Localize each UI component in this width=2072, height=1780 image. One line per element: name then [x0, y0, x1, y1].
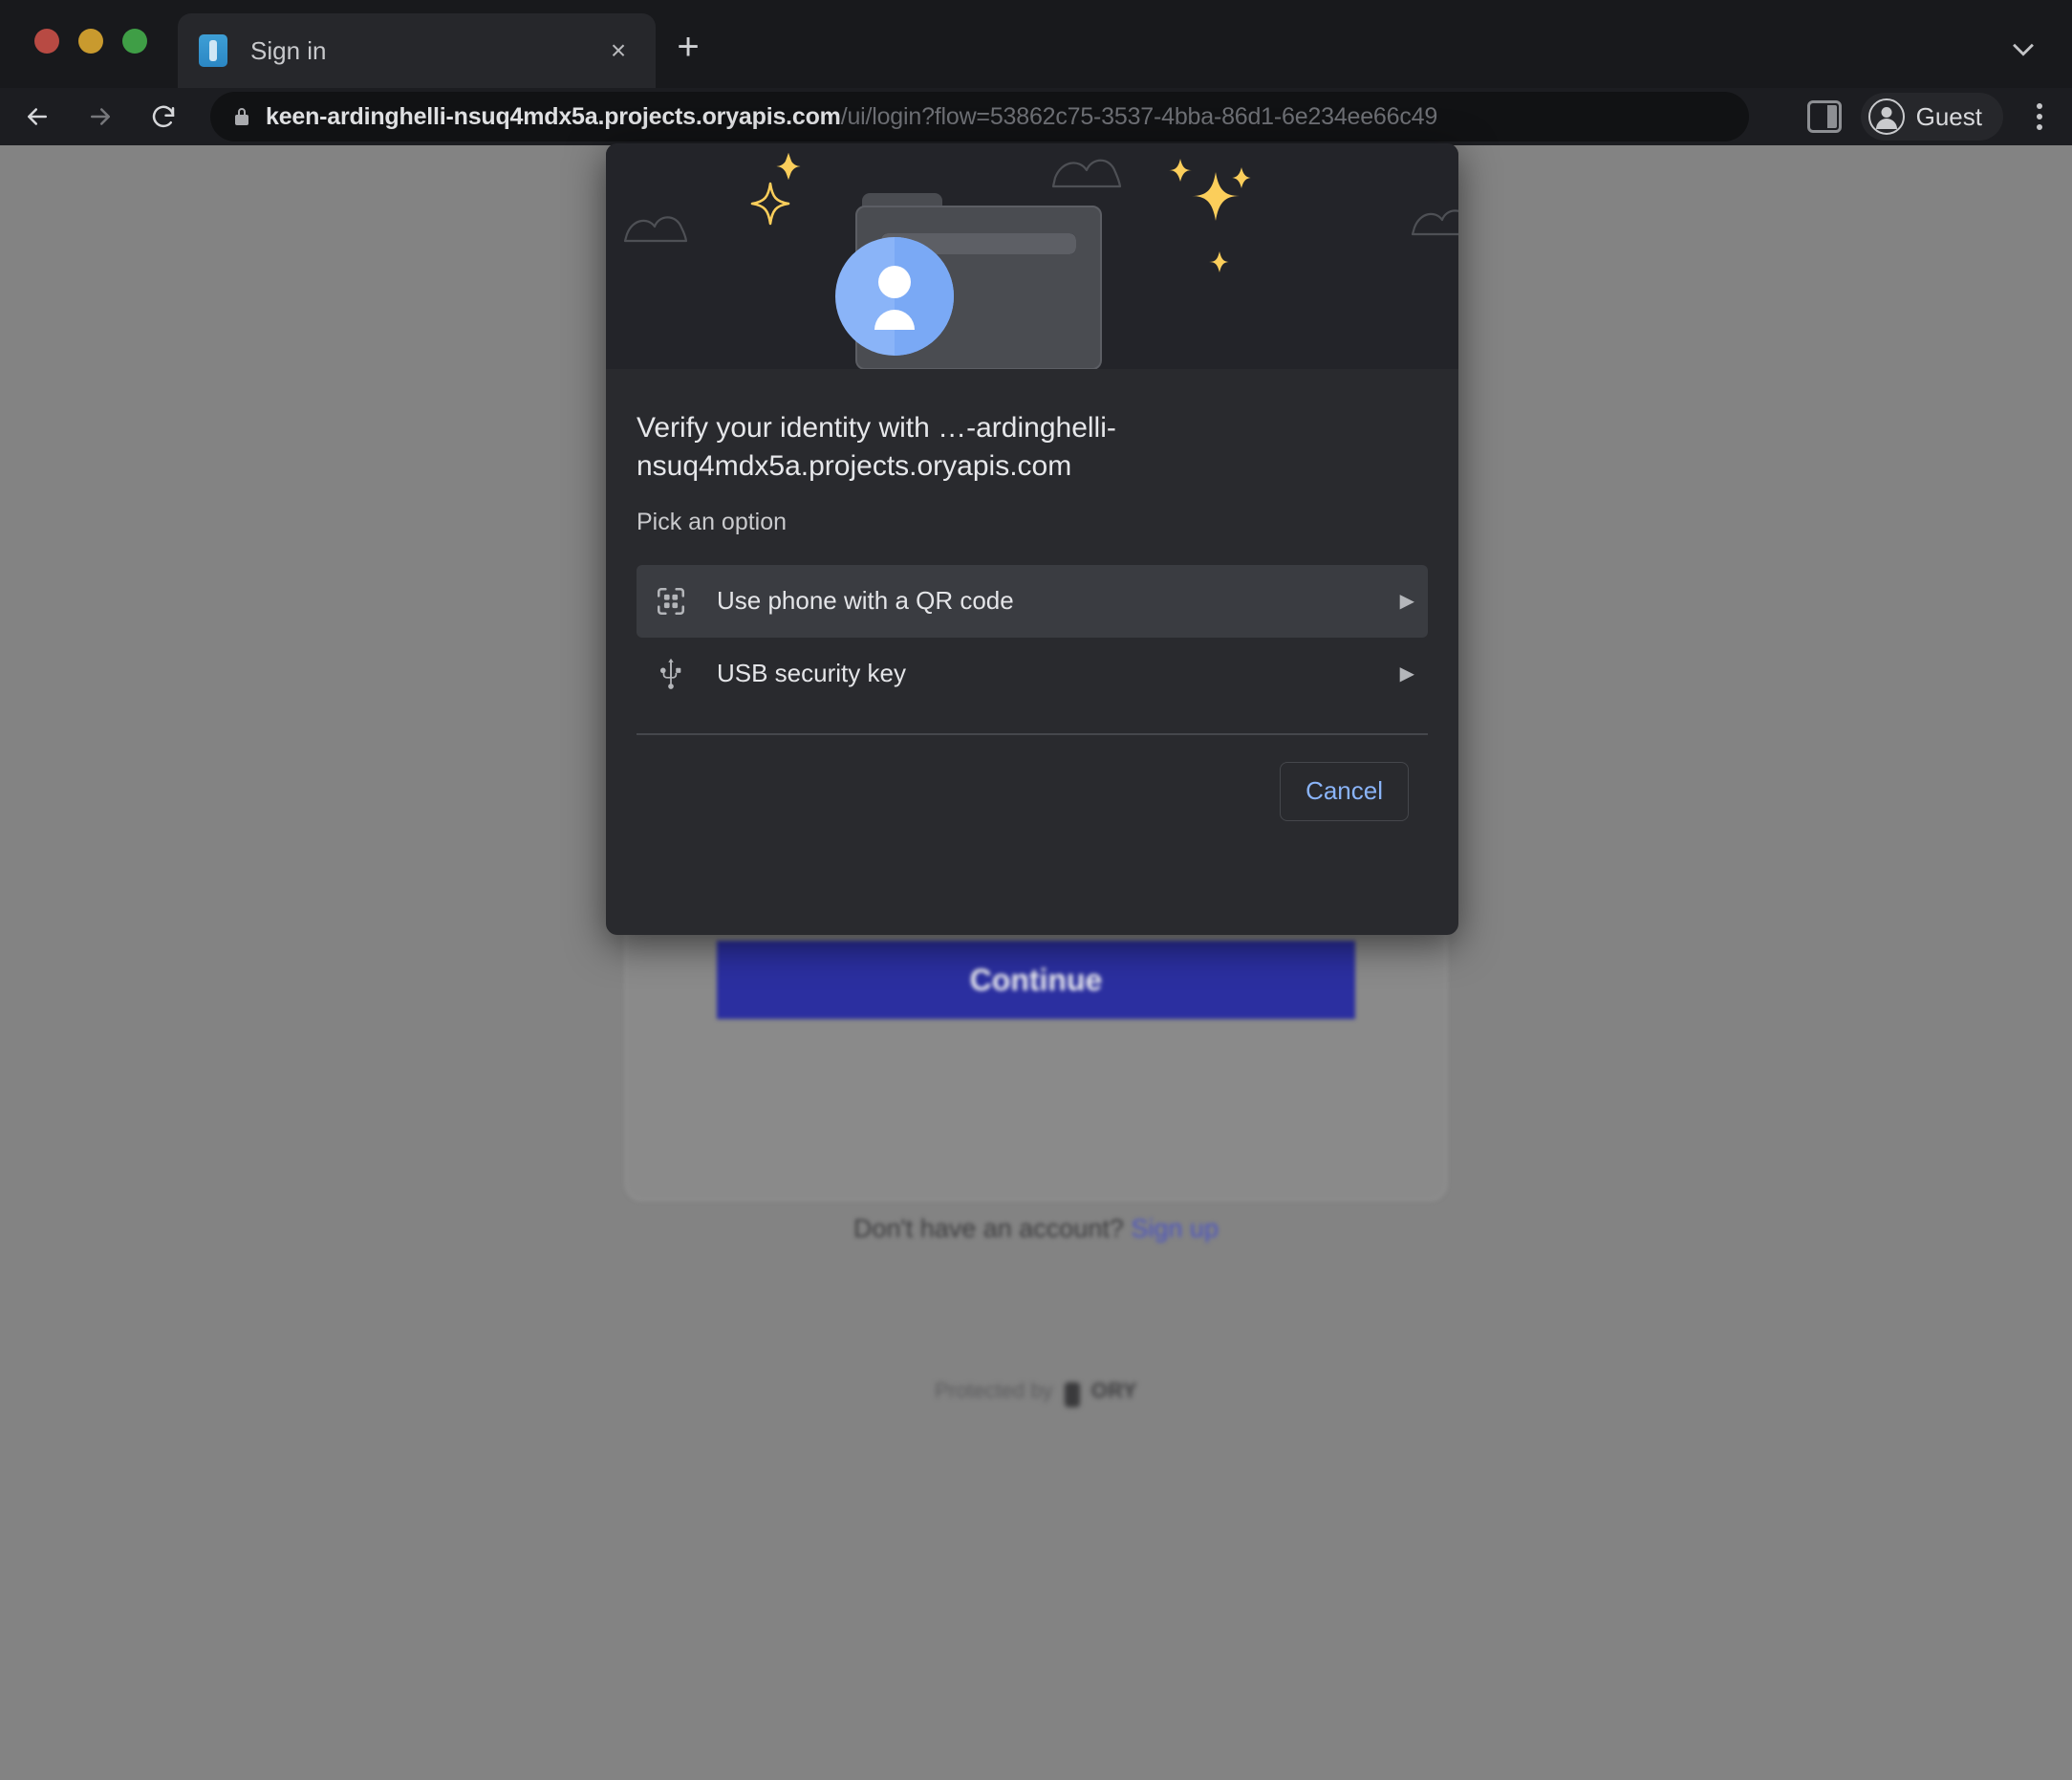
browser-toolbar: keen-ardinghelli-nsuq4mdx5a.projects.ory… — [0, 88, 2072, 145]
passkey-dialog: Verify your identity with …-ardinghelli-… — [606, 143, 1458, 935]
protected-by-text: Protected by — [935, 1378, 1053, 1402]
tab-favicon-icon — [199, 34, 227, 67]
address-host: keen-ardinghelli-nsuq4mdx5a.projects.ory… — [266, 102, 841, 130]
window-traffic-lights — [34, 29, 147, 54]
lock-icon — [233, 106, 250, 127]
option-list: Use phone with a QR code ▶ USB security … — [637, 564, 1428, 710]
new-tab-button[interactable]: + — [669, 28, 707, 67]
minimize-window-button[interactable] — [78, 29, 103, 54]
toolbar-right-actions: Guest — [1806, 88, 2059, 145]
reload-icon[interactable] — [138, 91, 189, 142]
forward-arrow-icon[interactable] — [75, 91, 126, 142]
dialog-body: Verify your identity with …-ardinghelli-… — [606, 409, 1458, 821]
side-panel-icon[interactable] — [1806, 100, 1842, 133]
back-arrow-icon[interactable] — [11, 91, 63, 142]
ory-logo-icon — [1064, 1382, 1080, 1407]
signup-link[interactable]: Sign up — [1131, 1214, 1219, 1243]
maximize-window-button[interactable] — [122, 29, 147, 54]
profile-button[interactable]: Guest — [1860, 93, 2003, 141]
account-circle-icon — [1867, 98, 1905, 135]
continue-button-label: Continue — [969, 962, 1103, 997]
signup-prompt-row: Don't have an account? Sign up — [0, 1214, 2072, 1244]
kebab-menu-icon[interactable] — [2020, 96, 2059, 138]
passkey-folder-illustration — [623, 153, 1458, 369]
tab-title: Sign in — [250, 35, 327, 65]
protected-by-footer: Protected by ORY — [0, 1378, 2072, 1407]
dialog-hero-illustration — [606, 143, 1458, 369]
option-qr-code[interactable]: Use phone with a QR code ▶ — [637, 564, 1428, 638]
chevron-right-icon: ▶ — [1399, 663, 1414, 685]
option-label: USB security key — [717, 659, 906, 688]
browser-chrome: Sign in × + keen-ardinghelli-nsuq4mdx5a.… — [0, 0, 2072, 145]
qr-code-icon — [652, 582, 690, 620]
tab-strip: Sign in × + — [0, 0, 2072, 88]
dialog-title: Verify your identity with …-ardinghelli-… — [637, 412, 1116, 482]
dialog-subtitle: Pick an option — [637, 508, 788, 535]
profile-label: Guest — [1915, 101, 1982, 131]
close-tab-button[interactable]: × — [602, 34, 635, 67]
close-window-button[interactable] — [34, 29, 59, 54]
address-path: /ui/login?flow=53862c75-3537-4bba-86d1-6… — [840, 102, 1438, 130]
chevron-down-icon[interactable] — [2007, 33, 2040, 65]
dialog-actions: Cancel — [637, 735, 1428, 821]
address-bar[interactable]: keen-ardinghelli-nsuq4mdx5a.projects.ory… — [210, 92, 1749, 141]
usb-icon — [652, 655, 690, 693]
chevron-right-icon: ▶ — [1399, 591, 1414, 613]
cancel-button[interactable]: Cancel — [1280, 761, 1409, 821]
ory-brand-text: ORY — [1090, 1378, 1137, 1402]
signup-prompt-text: Don't have an account? — [853, 1214, 1124, 1243]
browser-tab[interactable]: Sign in × — [178, 13, 656, 88]
option-label: Use phone with a QR code — [717, 586, 1014, 616]
continue-button[interactable]: Continue — [717, 941, 1355, 1019]
option-usb-security-key[interactable]: USB security key ▶ — [637, 638, 1428, 710]
screenshot-root: Sign in × + keen-ardinghelli-nsuq4mdx5a.… — [0, 0, 2072, 1780]
address-bar-text: keen-ardinghelli-nsuq4mdx5a.projects.ory… — [266, 103, 1437, 131]
